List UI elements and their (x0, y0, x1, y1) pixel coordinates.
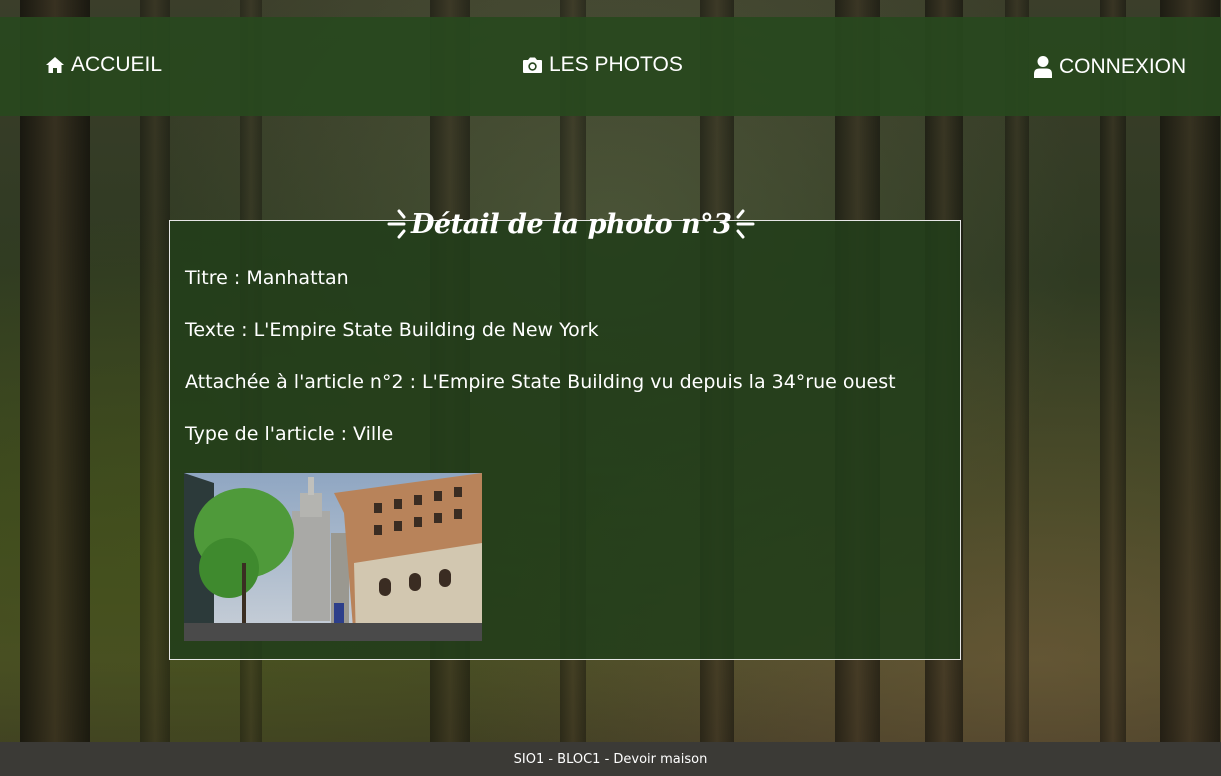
nav-login-label: CONNEXION (1059, 54, 1187, 78)
home-icon (45, 56, 65, 74)
footer-text: SIO1 - BLOC1 - Devoir maison (513, 751, 708, 767)
sparkle-left-icon (385, 207, 407, 241)
photo-text-line: Texte : L'Empire State Building de New Y… (185, 319, 599, 341)
nav-home-label: ACCUEIL (71, 52, 163, 76)
nav-photos-link[interactable]: LES PHOTOS (522, 15, 683, 114)
sparkle-right-icon (735, 207, 757, 241)
photo-article-line: Attachée à l'article n°2 : L'Empire Stat… (185, 371, 896, 393)
camera-icon (522, 56, 543, 74)
nav-login-link[interactable]: CONNEXION (1033, 17, 1186, 116)
nav-photos-label: LES PHOTOS (549, 52, 683, 76)
user-icon (1033, 55, 1053, 79)
photo-image (184, 473, 482, 641)
photo-article-type-line: Type de l'article : Ville (185, 423, 394, 445)
manhattan-photo (184, 473, 482, 641)
photo-detail-heading: Détail de la photo n°3 (379, 204, 763, 244)
photo-detail-title: Détail de la photo n°3 (411, 208, 732, 240)
top-navbar: ACCUEIL LES PHOTOS CONNEXION (0, 17, 1221, 116)
photo-title-line: Titre : Manhattan (185, 267, 349, 289)
nav-home-link[interactable]: ACCUEIL (45, 15, 162, 114)
photo-detail-panel: Détail de la photo n°3 Titre : Manhattan… (169, 209, 961, 660)
page-footer: SIO1 - BLOC1 - Devoir maison (0, 742, 1221, 776)
